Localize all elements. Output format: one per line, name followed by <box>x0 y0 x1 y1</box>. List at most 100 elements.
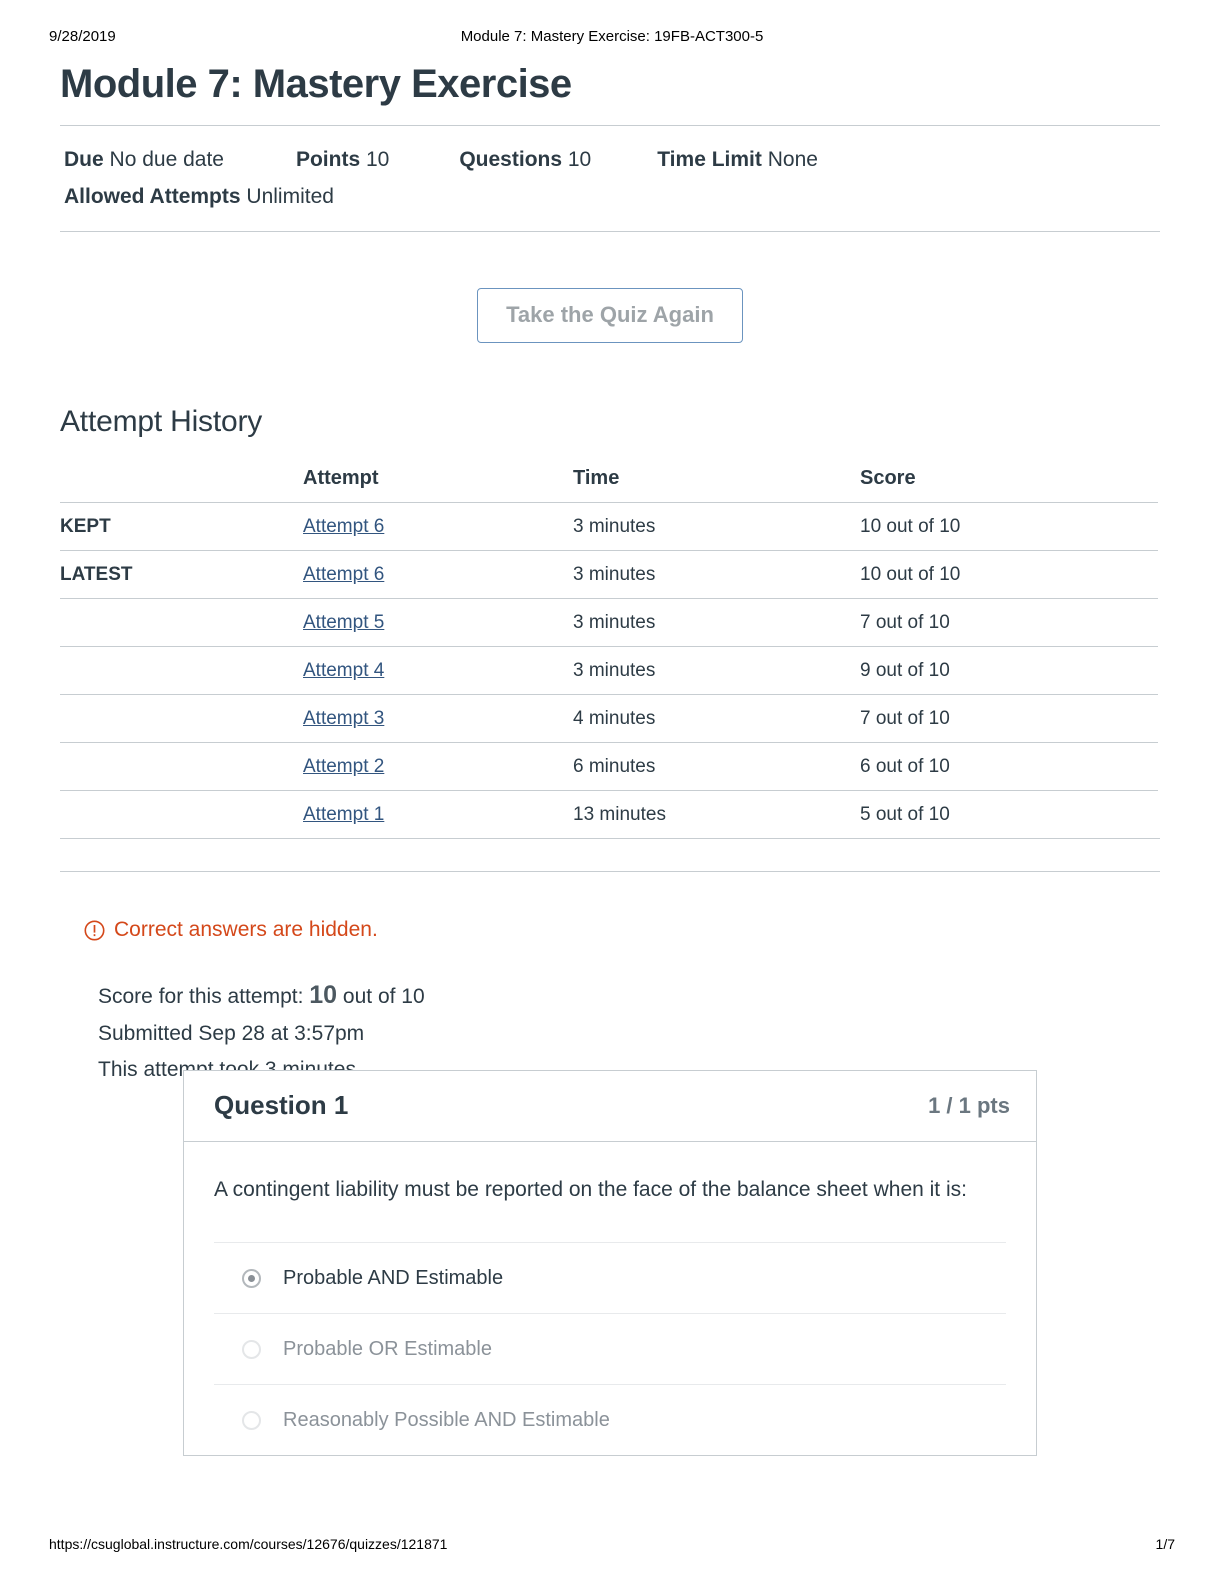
row-time: 6 minutes <box>573 756 656 778</box>
attempt-link[interactable]: Attempt 3 <box>303 708 384 729</box>
table-row: Attempt 3 4 minutes 7 out of 10 <box>60 694 1158 743</box>
table-bottom-divider <box>60 838 1160 840</box>
page-content: Module 7: Mastery Exercise Due No due da… <box>60 0 1160 1087</box>
score-suffix: out of 10 <box>342 985 425 1009</box>
row-time: 13 minutes <box>573 804 666 826</box>
attempt-link[interactable]: Attempt 2 <box>303 756 384 777</box>
row-score: 9 out of 10 <box>860 660 950 682</box>
question-card: Question 1 1 / 1 pts A contingent liabil… <box>183 1070 1037 1457</box>
question-header: Question 1 1 / 1 pts <box>184 1071 1036 1142</box>
attempt-history-head: Attempt Time Score <box>60 467 1158 503</box>
table-header-row: Attempt Time Score <box>60 467 1158 503</box>
meta-allowed-attempts: Allowed Attempts Unlimited <box>64 179 334 216</box>
answer-label: Probable AND Estimable <box>283 1267 504 1290</box>
answer-label: Probable OR Estimable <box>283 1338 492 1361</box>
table-row: Attempt 5 3 minutes 7 out of 10 <box>60 598 1158 647</box>
row-score: 10 out of 10 <box>860 564 961 586</box>
row-flag <box>60 743 303 791</box>
row-time: 3 minutes <box>573 516 656 538</box>
score-value: 10 <box>309 981 338 1010</box>
row-score: 5 out of 10 <box>860 804 950 826</box>
radio-button-icon[interactable] <box>242 1339 261 1359</box>
row-attempt: Attempt 1 <box>303 791 573 839</box>
meta-questions: Questions 10 <box>459 142 591 179</box>
score-line: Score for this attempt: 10 out of 10 <box>98 974 1160 1016</box>
question-points: 1 / 1 pts <box>928 1092 1010 1118</box>
meta-time-limit-value: None <box>767 147 818 171</box>
table-row: Attempt 2 6 minutes 6 out of 10 <box>60 742 1158 791</box>
row-attempt: Attempt 6 <box>303 551 573 599</box>
row-flag <box>60 791 303 839</box>
print-footer: https://csuglobal.instructure.com/course… <box>0 1536 1224 1556</box>
attempt-history-body: KEPT Attempt 6 3 minutes 10 out of 10 LA… <box>60 502 1158 839</box>
attempt-results: Correct answers are hidden. Score for th… <box>60 918 1160 1087</box>
col-header-flag <box>60 467 303 503</box>
take-quiz-again-container: Take the Quiz Again <box>60 288 1160 344</box>
answer-label: Reasonably Possible AND Estimable <box>283 1409 610 1432</box>
attempt-link[interactable]: Attempt 5 <box>303 612 384 633</box>
radio-button-icon[interactable] <box>242 1410 261 1430</box>
col-header-time: Time <box>573 467 620 490</box>
row-score: 6 out of 10 <box>860 756 950 778</box>
table-row: Attempt 1 13 minutes 5 out of 10 <box>60 790 1158 839</box>
question-body: A contingent liability must be reported … <box>184 1142 1036 1455</box>
answer-list: Probable AND Estimable Probable OR Estim… <box>214 1242 1006 1455</box>
attempt-history-heading: Attempt History <box>60 405 263 439</box>
answer-option[interactable]: Probable AND Estimable <box>214 1242 1006 1313</box>
take-quiz-again-button[interactable]: Take the Quiz Again <box>477 288 743 344</box>
footer-url: https://csuglobal.instructure.com/course… <box>49 1536 448 1552</box>
meta-time-limit: Time Limit None <box>657 142 818 179</box>
row-flag: KEPT <box>60 516 111 538</box>
meta-due-label: Due <box>64 147 104 171</box>
row-flag: LATEST <box>60 564 133 586</box>
attempt-link[interactable]: Attempt 6 <box>303 516 384 537</box>
score-prefix: Score for this attempt: <box>98 985 304 1009</box>
answer-option[interactable]: Reasonably Possible AND Estimable <box>214 1384 1006 1455</box>
meta-questions-label: Questions <box>459 147 563 171</box>
footer-page-number: 1/7 <box>1155 1536 1175 1552</box>
attempt-link[interactable]: Attempt 1 <box>303 804 384 825</box>
meta-divider <box>60 231 1160 233</box>
row-time: 3 minutes <box>573 564 656 586</box>
meta-allowed-attempts-value: Unlimited <box>246 184 334 208</box>
row-attempt: Attempt 6 <box>303 503 573 551</box>
page-title: Module 7: Mastery Exercise <box>60 62 572 106</box>
answer-option[interactable]: Probable OR Estimable <box>214 1313 1006 1384</box>
table-row: LATEST Attempt 6 3 minutes 10 out of 10 <box>60 550 1158 599</box>
col-header-attempt: Attempt <box>303 467 379 490</box>
meta-allowed-attempts-label: Allowed Attempts <box>64 184 241 208</box>
meta-points: Points 10 <box>296 142 389 179</box>
row-flag <box>60 599 303 647</box>
attempt-history-table: Attempt Time Score KEPT Attempt 6 3 minu… <box>60 467 1158 838</box>
meta-due-value: No due date <box>109 147 224 171</box>
table-row: KEPT Attempt 6 3 minutes 10 out of 10 <box>60 502 1158 551</box>
meta-due: Due No due date <box>64 142 224 179</box>
meta-time-limit-label: Time Limit <box>657 147 762 171</box>
row-score: 7 out of 10 <box>860 612 950 634</box>
row-attempt: Attempt 4 <box>303 647 573 695</box>
row-flag <box>60 695 303 743</box>
attempt-link[interactable]: Attempt 4 <box>303 660 384 681</box>
row-time: 4 minutes <box>573 708 656 730</box>
question-text: A contingent liability must be reported … <box>214 1178 967 1201</box>
row-score: 10 out of 10 <box>860 516 961 538</box>
row-attempt: Attempt 3 <box>303 695 573 743</box>
correct-answers-hidden-text: Correct answers are hidden. <box>114 918 378 942</box>
row-attempt: Attempt 5 <box>303 599 573 647</box>
meta-points-value: 10 <box>365 147 390 171</box>
row-attempt: Attempt 2 <box>303 743 573 791</box>
attempt-link[interactable]: Attempt 6 <box>303 564 384 585</box>
meta-questions-value: 10 <box>567 147 592 171</box>
submitted-line: Submitted Sep 28 at 3:57pm <box>98 1022 365 1046</box>
question-title: Question 1 <box>214 1090 349 1120</box>
results-top-divider <box>60 871 1160 873</box>
table-row: Attempt 4 3 minutes 9 out of 10 <box>60 646 1158 695</box>
row-score: 7 out of 10 <box>860 708 950 730</box>
col-header-score: Score <box>860 467 916 490</box>
exclamation-circle-icon <box>84 920 105 941</box>
radio-button-selected-icon[interactable] <box>242 1268 261 1288</box>
quiz-meta: Due No due date Points 10 Questions 10 Time… <box>60 126 1160 232</box>
row-flag <box>60 647 303 695</box>
row-time: 3 minutes <box>573 660 656 682</box>
row-time: 3 minutes <box>573 612 656 634</box>
